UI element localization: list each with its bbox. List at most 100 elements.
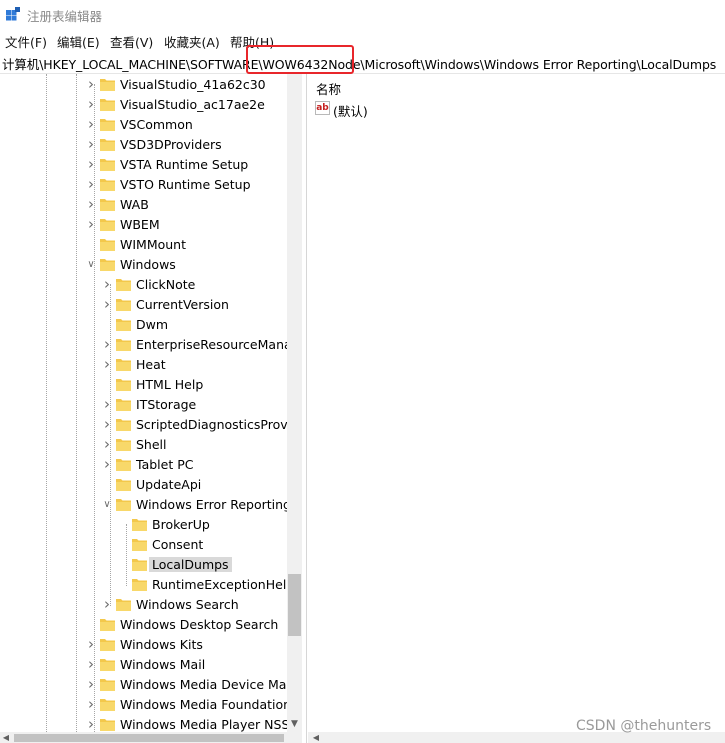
- tree-item[interactable]: ∨ Windows Error Reporting: [0, 495, 291, 515]
- chevron-right-icon[interactable]: ›: [85, 697, 97, 712]
- chevron-right-icon[interactable]: ›: [101, 397, 113, 412]
- chevron-right-icon[interactable]: ›: [85, 657, 97, 672]
- chevron-right-icon[interactable]: ›: [85, 637, 97, 652]
- chevron-right-icon[interactable]: ›: [101, 417, 113, 432]
- tree-vertical-scrollbar[interactable]: ▼: [287, 74, 302, 732]
- tree-item[interactable]: › Windows Mail: [0, 655, 290, 675]
- scrollbar-thumb[interactable]: [14, 734, 284, 742]
- chevron-down-icon[interactable]: ∨: [101, 498, 113, 512]
- chevron-right-icon[interactable]: ›: [101, 297, 113, 312]
- column-header-name[interactable]: 名称: [316, 79, 341, 98]
- chevron-right-icon[interactable]: ›: [101, 457, 113, 472]
- chevron-right-icon[interactable]: ›: [85, 157, 97, 172]
- tree-item[interactable]: › VisualStudio_41a62c30: [0, 75, 290, 95]
- tree-item-label: ScriptedDiagnosticsProvid: [136, 417, 300, 432]
- chevron-right-icon[interactable]: ›: [101, 337, 113, 352]
- tree-item[interactable]: BrokerUp: [0, 515, 290, 535]
- menu-file[interactable]: 文件(F): [5, 32, 47, 51]
- registry-tree[interactable]: › VisualStudio_41a62c30 › VisualStudio_ac17…: [0, 74, 302, 732]
- tree-item[interactable]: › EnterpriseResourceManag: [0, 335, 300, 355]
- tree-item-label: Windows: [120, 257, 176, 272]
- scroll-down-arrow-icon[interactable]: ▼: [287, 717, 302, 732]
- tree-item-label: Windows Media Device Man: [120, 677, 295, 692]
- chevron-right-icon[interactable]: ›: [85, 717, 97, 732]
- tree-item[interactable]: ∨ Windows: [0, 255, 290, 275]
- folder-icon: [100, 219, 115, 231]
- tree-item[interactable]: › ITStorage: [0, 395, 290, 415]
- folder-icon: [132, 519, 147, 531]
- tree-item-label: VSTO Runtime Setup: [120, 177, 251, 192]
- tree-item[interactable]: Dwm: [0, 315, 290, 335]
- tree-item[interactable]: › ScriptedDiagnosticsProvid: [0, 415, 299, 435]
- tree-item-label: Windows Media Foundation: [120, 697, 292, 712]
- chevron-right-icon[interactable]: ›: [85, 197, 97, 212]
- chevron-right-icon[interactable]: ›: [85, 177, 97, 192]
- tree-item[interactable]: › VisualStudio_ac17ae2e: [0, 95, 290, 115]
- tree-item[interactable]: › Windows Search: [0, 595, 290, 615]
- tree-horizontal-scrollbar[interactable]: ◀: [0, 732, 302, 743]
- tree-item[interactable]: RuntimeExceptionHelpe: [0, 575, 302, 595]
- tree-item[interactable]: › VSCommon: [0, 115, 290, 135]
- chevron-right-icon[interactable]: ›: [85, 217, 97, 232]
- folder-icon: [116, 479, 131, 491]
- tree-item[interactable]: Consent: [0, 535, 290, 555]
- chevron-down-icon[interactable]: ∨: [85, 258, 97, 272]
- chevron-right-icon[interactable]: ›: [85, 677, 97, 692]
- scroll-left-arrow-icon[interactable]: ◀: [0, 732, 12, 743]
- tree-item[interactable]: › VSD3DProviders: [0, 135, 290, 155]
- tree-item[interactable]: WIMMount: [0, 235, 290, 255]
- tree-item-label: Tablet PC: [136, 457, 194, 472]
- folder-icon: [116, 359, 131, 371]
- menu-favorites[interactable]: 收藏夹(A): [164, 32, 220, 51]
- tree-item[interactable]: UpdateApi: [0, 475, 290, 495]
- chevron-right-icon[interactable]: ›: [85, 97, 97, 112]
- folder-icon: [100, 199, 115, 211]
- tree-item-label: VSCommon: [120, 117, 193, 132]
- window-title: 注册表编辑器: [27, 9, 103, 24]
- chevron-right-icon[interactable]: ›: [85, 77, 97, 92]
- folder-icon: [100, 179, 115, 191]
- highlight-annotation: [246, 45, 354, 74]
- tree-item[interactable]: › Windows Media Foundation: [0, 695, 292, 715]
- address-bar[interactable]: 计算机\HKEY_LOCAL_MACHINE\SOFTWARE\WOW6432N…: [0, 50, 725, 74]
- tree-item-label: Heat: [136, 357, 166, 372]
- folder-icon: [116, 299, 131, 311]
- scrollbar-thumb[interactable]: [288, 574, 301, 636]
- menu-edit[interactable]: 编辑(E): [57, 32, 100, 51]
- tree-item[interactable]: › Windows Media Device Man: [0, 675, 294, 695]
- tree-item[interactable]: Windows Desktop Search: [0, 615, 290, 635]
- tree-item-label: VSTA Runtime Setup: [120, 157, 249, 172]
- address-path[interactable]: 计算机\HKEY_LOCAL_MACHINE\SOFTWARE\WOW6432N…: [2, 54, 716, 73]
- tree-item-label: Windows Search: [136, 597, 239, 612]
- tree-item[interactable]: › WAB: [0, 195, 290, 215]
- tree-item[interactable]: › Heat: [0, 355, 290, 375]
- chevron-right-icon[interactable]: ›: [85, 117, 97, 132]
- tree-item[interactable]: › WBEM: [0, 215, 290, 235]
- chevron-right-icon[interactable]: ›: [101, 437, 113, 452]
- chevron-right-icon[interactable]: ›: [101, 597, 113, 612]
- values-pane[interactable]: 名称 ab (默认): [307, 74, 725, 732]
- tree-item-label: HTML Help: [136, 377, 204, 392]
- tree-item[interactable]: › Windows Kits: [0, 635, 290, 655]
- menu-view[interactable]: 查看(V): [110, 32, 153, 51]
- tree-item-label: CurrentVersion: [136, 297, 229, 312]
- scroll-left-arrow-icon[interactable]: ◀: [310, 732, 322, 743]
- tree-item[interactable]: › ClickNote: [0, 275, 290, 295]
- tree-item-label: ITStorage: [136, 397, 197, 412]
- tree-item[interactable]: › Windows Media Player NSS: [0, 715, 290, 733]
- tree-item[interactable]: › VSTO Runtime Setup: [0, 175, 290, 195]
- folder-icon: [132, 559, 147, 571]
- folder-icon: [100, 719, 115, 731]
- tree-item[interactable]: › CurrentVersion: [0, 295, 290, 315]
- tree-item[interactable]: › Shell: [0, 435, 290, 455]
- chevron-right-icon[interactable]: ›: [101, 277, 113, 292]
- tree-item[interactable]: › Tablet PC: [0, 455, 290, 475]
- tree-item-label: RuntimeExceptionHelpe: [152, 577, 302, 592]
- tree-item-label: Shell: [136, 437, 167, 452]
- chevron-right-icon[interactable]: ›: [85, 137, 97, 152]
- tree-item[interactable]: › VSTA Runtime Setup: [0, 155, 290, 175]
- tree-item[interactable]: HTML Help: [0, 375, 290, 395]
- chevron-right-icon[interactable]: ›: [101, 357, 113, 372]
- tree-item[interactable]: LocalDumps: [0, 555, 290, 575]
- folder-icon: [100, 159, 115, 171]
